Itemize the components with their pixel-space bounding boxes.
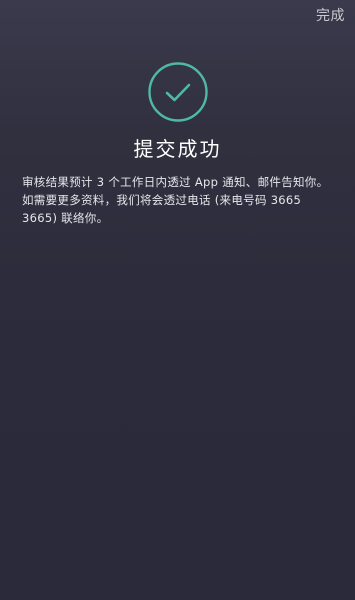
check-circle-icon xyxy=(148,62,208,122)
done-button[interactable]: 完成 xyxy=(316,6,345,26)
status-message: 审核结果预计 3 个工作日内透过 App 通知、邮件告知你。如需要更多资料，我们… xyxy=(22,175,329,225)
page-title: 提交成功 xyxy=(133,137,222,161)
top-bar: 完成 xyxy=(0,0,355,32)
